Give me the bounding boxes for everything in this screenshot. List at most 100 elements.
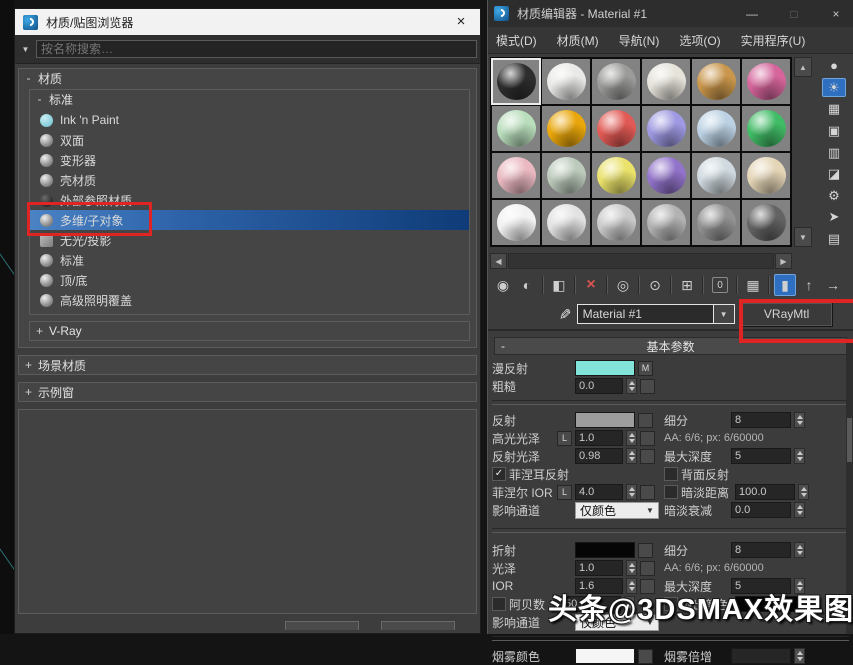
back-reflect-checkbox[interactable] [664, 467, 678, 481]
refl-gloss-map-button[interactable] [640, 449, 655, 464]
scroll-down-icon[interactable]: ▼ [794, 227, 812, 247]
sample-slot[interactable] [592, 59, 640, 104]
material-id-channel-icon[interactable]: 0 [712, 277, 728, 293]
sample-slot[interactable] [542, 153, 590, 198]
fog-mult-field[interactable] [731, 648, 791, 664]
material-map-navigator-icon[interactable]: ▤ [822, 229, 846, 249]
make-unique-icon[interactable]: ⊙ [644, 274, 666, 296]
options-icon[interactable]: ⚙ [822, 186, 846, 206]
subdivs2-field[interactable]: 8 [731, 542, 791, 558]
exit-color-swatch[interactable] [735, 596, 811, 612]
group-header-standard[interactable]: - 标准 [30, 90, 469, 108]
refract-color-swatch[interactable] [575, 542, 635, 558]
ior-field[interactable]: 1.6 [575, 578, 623, 594]
maximize-icon[interactable]: □ [777, 0, 811, 27]
close-icon[interactable]: × [819, 0, 853, 27]
refract-gloss-map-button[interactable] [640, 561, 655, 576]
max-depth-field[interactable]: 5 [731, 448, 791, 464]
list-item-multi-sub-object[interactable]: 多维/子对象 [30, 210, 469, 230]
cancel-button-partial[interactable] [381, 621, 455, 630]
backlight-icon[interactable]: ☀ [822, 78, 846, 98]
fog-mult-spinner[interactable] [794, 648, 805, 664]
scroll-left-icon[interactable]: ◀ [490, 253, 507, 269]
dim-distance-spinner[interactable] [798, 484, 809, 500]
sample-slot[interactable] [542, 59, 590, 104]
max-depth2-field[interactable]: 5 [731, 578, 791, 594]
assign-material-to-selection-icon[interactable]: ◧ [548, 274, 570, 296]
hilight-gloss-spinner[interactable] [626, 430, 637, 446]
sample-slot[interactable] [742, 59, 790, 104]
sample-uv-tiling-icon[interactable]: ▣ [822, 121, 846, 141]
minimize-icon[interactable]: — [735, 0, 769, 27]
fresnel-ior-spinner[interactable] [626, 484, 637, 500]
menu-options[interactable]: 选项(O) [679, 32, 720, 49]
menu-navigation[interactable]: 导航(N) [619, 32, 660, 49]
affect-channels2-dropdown[interactable]: 仅颜色 ▼ [575, 614, 659, 631]
sample-slot[interactable] [642, 106, 690, 151]
background-icon[interactable]: ▦ [822, 99, 846, 119]
list-item-matte-shadow[interactable]: 无光/投影 [30, 230, 469, 250]
reset-material-icon[interactable]: × [580, 274, 602, 296]
group-header-vray[interactable]: + V-Ray [30, 322, 469, 340]
ior-map-button[interactable] [640, 579, 655, 594]
put-material-to-scene-icon[interactable]: ◐ [516, 274, 538, 296]
refract-gloss-field[interactable]: 1.0 [575, 560, 623, 576]
menu-utilities[interactable]: 实用程序(U) [741, 32, 806, 49]
hilight-gloss-lock-button[interactable]: L [557, 431, 572, 446]
sample-slot[interactable] [592, 200, 640, 245]
subdivs-field[interactable]: 8 [731, 412, 791, 428]
video-color-check-icon[interactable]: ▥ [822, 143, 846, 163]
fresnel-ior-field[interactable]: 4.0 [575, 484, 623, 500]
search-input[interactable] [36, 40, 477, 58]
fog-color-swatch[interactable] [575, 648, 635, 664]
sample-slot[interactable] [542, 200, 590, 245]
roughness-field[interactable]: 0.0 [575, 378, 623, 394]
close-icon[interactable]: × [450, 11, 472, 33]
fog-color-map-button[interactable] [638, 649, 653, 664]
group-header-materials[interactable]: - 材质 [19, 69, 476, 87]
refract-gloss-spinner[interactable] [626, 560, 637, 576]
refl-gloss-field[interactable]: 0.98 [575, 448, 623, 464]
list-item-advanced-lighting-override[interactable]: 高级照明覆盖 [30, 290, 469, 310]
diffuse-color-swatch[interactable] [575, 360, 635, 376]
sample-slot[interactable] [692, 59, 740, 104]
sample-slot[interactable] [492, 59, 540, 104]
refl-gloss-spinner[interactable] [626, 448, 637, 464]
fresnel-ior-lock-button[interactable]: L [557, 485, 572, 500]
menu-material[interactable]: 材质(M) [557, 32, 599, 49]
menu-modes[interactable]: 模式(D) [496, 32, 537, 49]
sample-slot[interactable] [742, 200, 790, 245]
list-item-standard[interactable]: 标准 [30, 250, 469, 270]
exit-color-checkbox[interactable] [664, 597, 678, 611]
sample-slot[interactable] [642, 153, 690, 198]
sample-slot[interactable] [592, 153, 640, 198]
scroll-up-icon[interactable]: ▲ [794, 57, 812, 77]
sample-slot[interactable] [492, 200, 540, 245]
ok-button-partial[interactable] [285, 621, 359, 630]
diffuse-map-button[interactable]: M [638, 361, 653, 376]
go-to-parent-icon[interactable]: ↑ [798, 274, 820, 296]
refract-map-button[interactable] [638, 543, 653, 558]
roughness-map-button[interactable] [640, 379, 655, 394]
sample-slot[interactable] [742, 106, 790, 151]
list-item-double-sided[interactable]: 双面 [30, 130, 469, 150]
abbe-spinner[interactable] [624, 596, 635, 612]
sample-slot[interactable] [542, 106, 590, 151]
put-to-library-icon[interactable]: ⊞ [676, 274, 698, 296]
material-type-button[interactable]: VRayMtl [741, 302, 833, 327]
group-header-sample-windows[interactable]: + 示例窗 [19, 383, 476, 401]
list-item-ink-n-paint[interactable]: Ink 'n Paint [30, 110, 469, 130]
editor-title-bar[interactable]: 材质编辑器 - Material #1 — □ × [488, 0, 853, 27]
scrollbar-thumb[interactable] [847, 418, 852, 462]
material-name-dropdown[interactable]: Material #1 ▼ [577, 304, 735, 324]
hilight-gloss-map-button[interactable] [640, 431, 655, 446]
dim-distance-field[interactable]: 100.0 [735, 484, 795, 500]
ior-spinner[interactable] [626, 578, 637, 594]
sample-slot[interactable] [492, 106, 540, 151]
sample-slot[interactable] [642, 59, 690, 104]
make-preview-icon[interactable]: ◪ [822, 164, 846, 184]
sample-slot[interactable] [642, 200, 690, 245]
sample-slot[interactable] [692, 200, 740, 245]
subdivs2-spinner[interactable] [794, 542, 805, 558]
group-header-scene-materials[interactable]: + 场景材质 [19, 356, 476, 374]
